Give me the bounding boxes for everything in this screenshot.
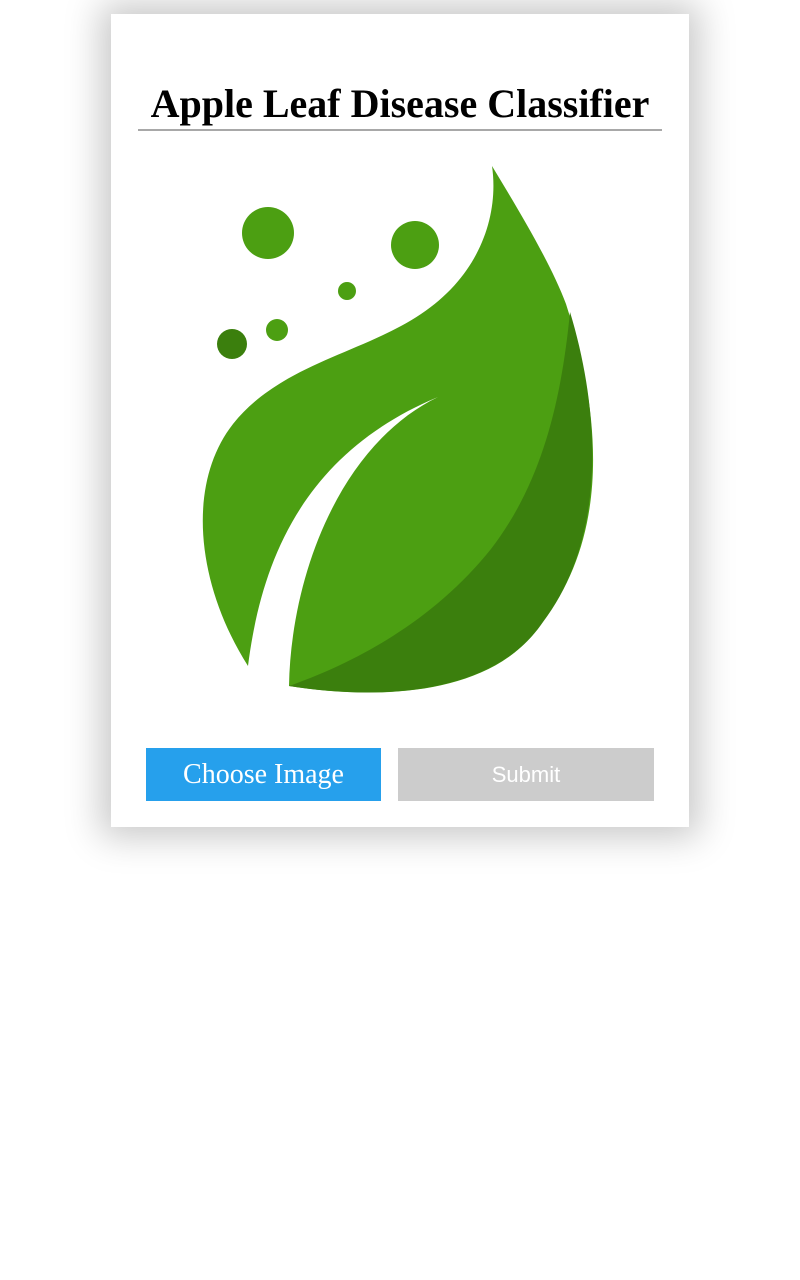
- page-title: Apple Leaf Disease Classifier: [150, 81, 650, 126]
- leaf-icon: [202, 166, 594, 693]
- spore-dot: [338, 282, 356, 300]
- spore-dot: [242, 207, 294, 259]
- title-divider: [138, 129, 662, 131]
- spore-dot: [217, 329, 247, 359]
- choose-image-button[interactable]: Choose Image: [146, 748, 381, 801]
- classifier-card: Apple Leaf Disease Classifier Choose Ima…: [111, 14, 689, 827]
- spore-dot: [391, 221, 439, 269]
- spore-dot: [266, 319, 288, 341]
- submit-button[interactable]: Submit: [398, 748, 654, 801]
